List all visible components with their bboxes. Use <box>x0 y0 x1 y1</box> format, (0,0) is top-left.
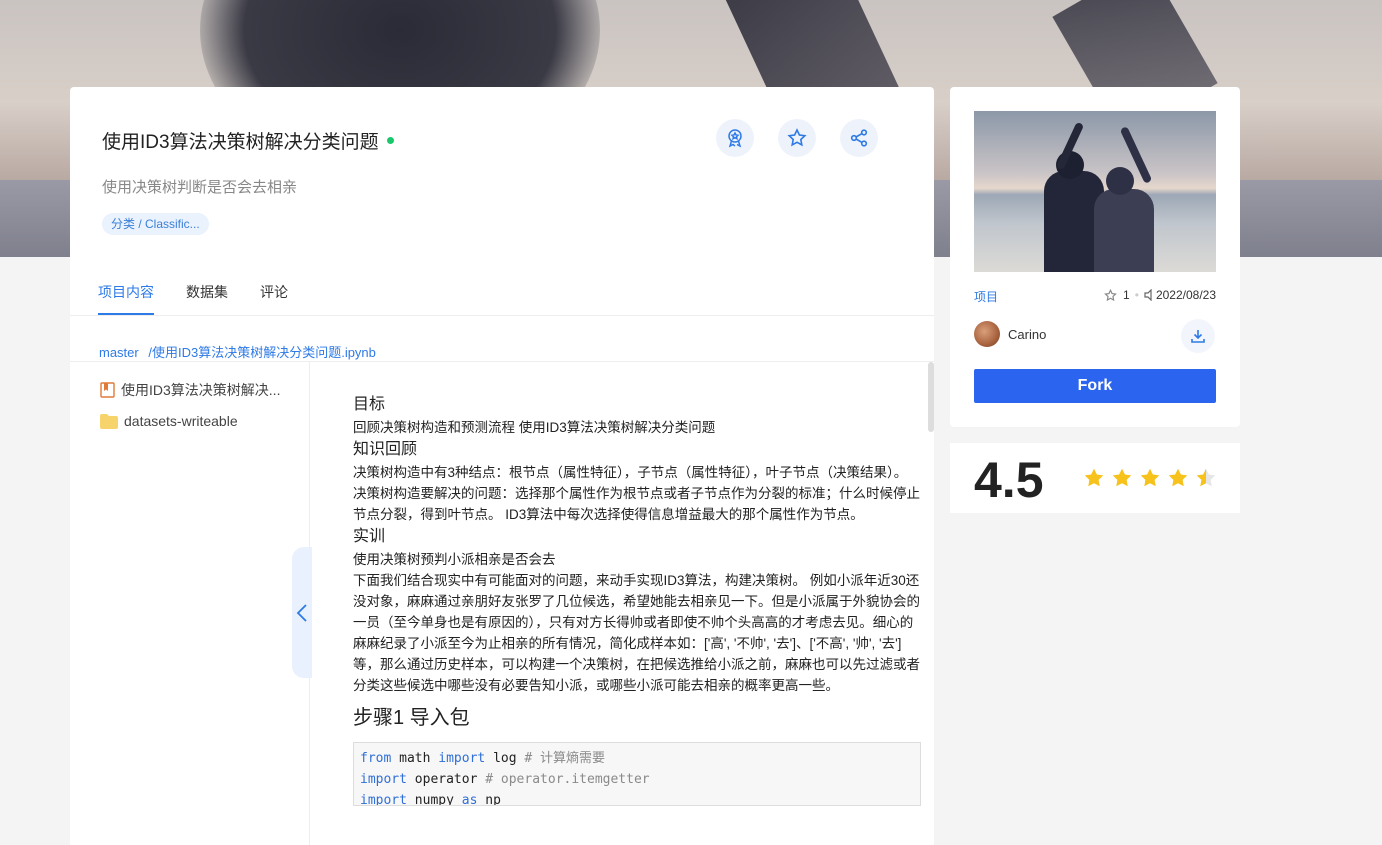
paragraph: 下面我们结合现实中有可能面对的问题，来动手实现ID3算法，构建决策树。 例如小派… <box>353 573 920 693</box>
author-name: Carino <box>1008 326 1047 342</box>
code-comment: # 计算熵需要 <box>524 751 606 766</box>
avatar <box>974 321 1000 347</box>
file-tree-item-folder[interactable]: datasets-writeable <box>100 413 238 429</box>
code-token: math <box>391 751 439 766</box>
fork-button[interactable]: Fork <box>974 369 1216 403</box>
code-token: numpy <box>406 793 462 806</box>
code-comment: # operator.itemgetter <box>485 772 650 787</box>
code-line: import operator # operator.itemgetter <box>360 769 914 790</box>
rating-score: 4.5 <box>974 452 1044 508</box>
section-heading: 实训 <box>353 528 386 545</box>
code-keyword: from <box>360 751 392 766</box>
tab-dataset[interactable]: 数据集 <box>186 282 228 302</box>
project-cover-image <box>974 111 1216 272</box>
project-stats: 1 • 2022/08/23 <box>1104 288 1216 302</box>
code-keyword: import <box>360 772 407 787</box>
award-icon <box>728 129 742 148</box>
file-tree-item-label: datasets-writeable <box>124 413 238 429</box>
collapse-sidebar-button[interactable] <box>292 547 312 678</box>
breadcrumb-path[interactable]: /使用ID3算法决策树解决分类问题.ipynb <box>148 345 376 360</box>
code-token: log <box>485 751 525 766</box>
download-icon <box>1191 330 1205 343</box>
download-button[interactable] <box>1181 319 1215 353</box>
rating-star-icon <box>1112 468 1132 487</box>
favorite-button[interactable] <box>778 119 816 157</box>
star-icon <box>787 128 807 147</box>
notebook-content: 目标 回顾决策树构造和预测流程 使用ID3算法决策树解决分类问题 知识回顾 决策… <box>353 393 921 806</box>
scrollbar[interactable] <box>928 362 934 432</box>
cover-figure <box>1106 167 1134 195</box>
status-dot <box>386 137 394 144</box>
paragraph: 使用决策树预判小派相亲是否会去 <box>353 552 556 567</box>
rating-star-icon <box>1196 468 1216 487</box>
update-icon <box>1144 289 1152 301</box>
code-keyword: as <box>461 793 478 806</box>
tab-comments[interactable]: 评论 <box>260 282 288 302</box>
rating-star-icon <box>1168 468 1188 487</box>
project-side-card: 项目 1 • 2022/08/23 Carino Fork <box>950 87 1240 427</box>
project-type-label[interactable]: 项目 <box>974 288 998 305</box>
rating-star-icon <box>1140 468 1160 487</box>
code-token: np <box>477 793 501 806</box>
section-heading: 目标 <box>353 396 386 413</box>
tab-project-content[interactable]: 项目内容 <box>98 282 154 302</box>
star-outline-icon[interactable] <box>1104 288 1117 302</box>
rating-star-icon <box>1084 468 1104 487</box>
code-keyword: import <box>438 751 486 766</box>
file-tree-item-notebook[interactable]: 使用ID3算法决策树解决... <box>100 380 280 400</box>
project-subtitle: 使用决策树判断是否会去相亲 <box>102 179 298 196</box>
active-tab-indicator <box>98 313 154 315</box>
file-tree-item-label: 使用ID3算法决策树解决... <box>121 382 281 398</box>
project-title: 使用ID3算法决策树解决分类问题 <box>102 132 379 153</box>
title-row: 使用ID3算法决策树解决分类问题 <box>102 127 394 154</box>
paragraph: 回顾决策树构造和预测流程 使用ID3算法决策树解决分类问题 <box>353 420 716 435</box>
code-cell[interactable]: from math import log # 计算熵需要 import oper… <box>353 742 921 806</box>
cover-figure <box>1094 189 1154 272</box>
rating-card: 4.5 <box>950 443 1240 513</box>
update-date: 2022/08/23 <box>1155 288 1216 302</box>
section-heading: 知识回顾 <box>353 441 418 458</box>
author[interactable]: Carino <box>974 321 1046 347</box>
rating-stars <box>1083 467 1223 489</box>
code-token: operator <box>406 772 486 787</box>
share-icon <box>850 129 868 147</box>
dot-separator: • <box>1134 288 1139 302</box>
award-button[interactable] <box>716 119 754 157</box>
code-line: import numpy as np <box>360 790 914 806</box>
breadcrumb-branch[interactable]: master <box>99 345 139 360</box>
step-heading: 步骤1 导入包 <box>353 707 470 729</box>
share-button[interactable] <box>840 119 878 157</box>
project-main-card: 使用ID3算法决策树解决分类问题 使用决策树判断是否会去相亲 分类 / Clas… <box>70 87 934 845</box>
folder-icon <box>100 413 118 429</box>
breadcrumb: master /使用ID3算法决策树解决分类问题.ipynb <box>99 342 382 361</box>
notebook-file-icon <box>100 382 115 398</box>
category-tag[interactable]: 分类 / Classific... <box>102 213 209 235</box>
file-tree: 使用ID3算法决策树解决... datasets-writeable <box>70 362 310 845</box>
tab-bar: 项目内容 数据集 评论 <box>70 257 934 316</box>
paragraph: 决策树构造中有3种结点：根节点（属性特征），子节点（属性特征），叶子节点（决策结… <box>353 465 920 522</box>
code-line: from math import log # 计算熵需要 <box>360 748 914 769</box>
star-count: 1 <box>1123 288 1130 302</box>
code-keyword: import <box>360 793 407 806</box>
chevron-left-icon <box>296 603 307 622</box>
